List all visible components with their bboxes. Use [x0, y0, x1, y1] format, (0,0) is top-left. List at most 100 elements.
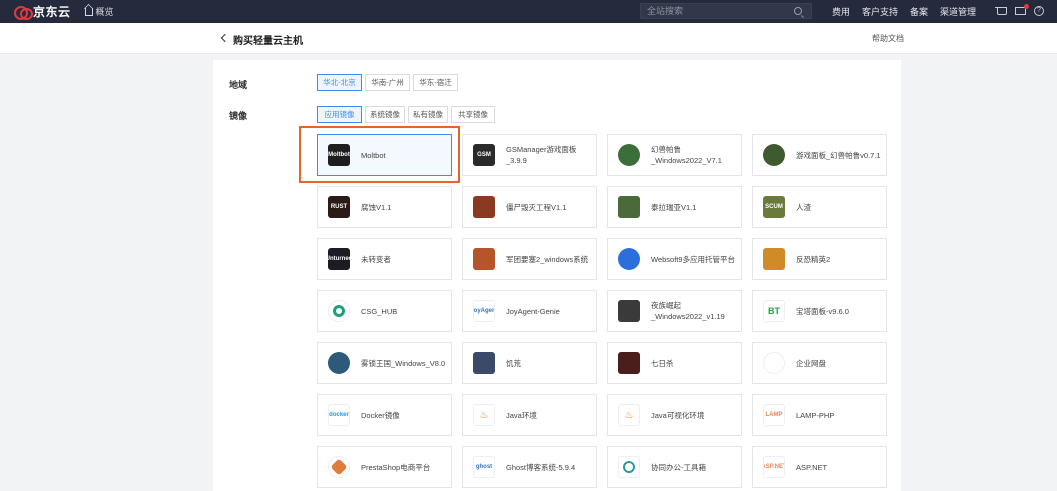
image-card-name: 幻兽帕鲁 _Windows2022_V7.1 [651, 145, 722, 165]
image-card-name: 未转变者 [361, 254, 391, 264]
image-card[interactable]: GSM GSManager游戏面板 _3.9.9 [462, 134, 597, 176]
tab-shared-image[interactable]: 共享镜像 [451, 106, 495, 123]
region-label: 地域 [229, 80, 248, 90]
prestashop-logo-icon [328, 456, 350, 478]
image-card-name: 游戏面板_幻兽帕鲁v0.7.1 [796, 150, 881, 160]
nav-links: 费用 客户支持 备案 渠道管理 [832, 0, 988, 23]
image-card[interactable]: 反恐精英2 [752, 238, 887, 280]
java-logo-icon: ♨ [473, 404, 495, 426]
tab-app-image[interactable]: 应用镜像 [317, 106, 362, 123]
palworld-logo-icon [618, 144, 640, 166]
search-icon[interactable] [794, 7, 802, 15]
image-card-grid: Moltbot Moltbot GSM GSManager游戏面板 _3.9.9 幻兽帕… [317, 134, 887, 488]
tf2-logo-icon [473, 248, 495, 270]
logo-text: GSM [477, 152, 491, 158]
image-card-name: PrestaShop电商平台 [361, 462, 431, 472]
image-card-name: 企业网盘 [796, 358, 826, 368]
image-card[interactable]: ♨ Java可视化环境 [607, 394, 742, 436]
logo-text: Unturned [328, 256, 350, 262]
image-card[interactable]: Websoft9多应用托管平台 [607, 238, 742, 280]
image-card[interactable]: 企业网盘 [752, 342, 887, 384]
joyagent-logo-icon: JoyAgent [473, 300, 495, 322]
overview-link[interactable]: 概览 [84, 5, 114, 18]
image-card-name: Java可视化环境 [651, 410, 705, 420]
image-card-name: 泰拉瑞亚V1.1 [651, 202, 697, 212]
cs2-logo-icon [763, 248, 785, 270]
page-title: 购买轻量云主机 [233, 36, 303, 47]
palworld-panel-logo-icon [763, 144, 785, 166]
dontstarve-logo-icon [473, 352, 495, 374]
image-card-name: Websoft9多应用托管平台 [651, 254, 736, 264]
websoft9-logo-icon [618, 248, 640, 270]
image-card-name: GSManager游戏面板 _3.9.9 [506, 145, 577, 165]
image-card-name: 军团要塞2_windows系统 [506, 254, 589, 264]
cart-icon[interactable] [995, 7, 1007, 15]
image-card-name: 雾锁王国_Windows_V8.0 [361, 358, 446, 368]
gsm-logo-icon: GSM [473, 144, 495, 166]
image-card-name: Docker镜像 [361, 410, 400, 420]
help-icon[interactable]: ? [1034, 6, 1044, 16]
office-logo-icon [618, 456, 640, 478]
region-option-beijing[interactable]: 华北-北京 [317, 74, 362, 91]
ghost-logo-icon: ghost [473, 456, 495, 478]
message-icon[interactable] [1015, 4, 1029, 15]
image-card[interactable]: SCUM 人渣 [752, 186, 887, 228]
java-visual-logo-icon: ♨ [618, 404, 640, 426]
image-card-name: LAMP-PHP [796, 410, 835, 420]
zomboid-logo-icon [473, 196, 495, 218]
image-card-name: 反恐精英2 [796, 254, 831, 264]
image-card[interactable]: 泰拉瑞亚V1.1 [607, 186, 742, 228]
image-card[interactable]: RUST 腐蚀V1.1 [317, 186, 452, 228]
help-doc-link[interactable]: 帮助文档 [872, 33, 904, 44]
image-card[interactable]: 幻兽帕鲁 _Windows2022_V7.1 [607, 134, 742, 176]
unturned-logo-icon: Unturned [328, 248, 350, 270]
image-card[interactable]: 僵尸毁灭工程V1.1 [462, 186, 597, 228]
nav-link-channel[interactable]: 渠道管理 [940, 5, 976, 18]
scum-logo-icon: SCUM [763, 196, 785, 218]
image-card[interactable]: CSG_HUB [317, 290, 452, 332]
brand-logo[interactable]: 京东云 [14, 3, 71, 20]
tab-system-image[interactable]: 系统镜像 [365, 106, 405, 123]
image-card[interactable]: 雾锁王国_Windows_V8.0 [317, 342, 452, 384]
logo-text: SCUM [765, 204, 783, 210]
aspnet-logo-icon: ASP.NET [763, 456, 785, 478]
image-card[interactable]: 游戏面板_幻兽帕鲁v0.7.1 [752, 134, 887, 176]
vrising-logo-icon [618, 300, 640, 322]
tab-private-image[interactable]: 私有镜像 [408, 106, 448, 123]
image-card-name: Ghost博客系统-5.9.4 [506, 462, 576, 472]
nav-link-support[interactable]: 客户支持 [862, 5, 898, 18]
image-card[interactable]: 七日杀 [607, 342, 742, 384]
cloud-drive-logo-icon [763, 352, 785, 374]
image-card[interactable]: BT 宝塔面板-v9.6.0 [752, 290, 887, 332]
image-card-name: 夜族崛起 _Windows2022_v1.19 [651, 301, 725, 321]
region-option-suqian[interactable]: 华东-宿迁 [413, 74, 458, 91]
image-card-name: ASP.NET [796, 462, 828, 472]
image-card-name: 宝塔面板-v9.6.0 [796, 306, 849, 316]
lamp-logo-icon: LAMP [763, 404, 785, 426]
image-card[interactable]: 饥荒 [462, 342, 597, 384]
image-card[interactable]: 夜族崛起 _Windows2022_v1.19 [607, 290, 742, 332]
region-option-guangzhou[interactable]: 华南-广州 [365, 74, 410, 91]
image-card[interactable]: LAMP LAMP-PHP [752, 394, 887, 436]
image-card[interactable]: JoyAgent JoyAgent-Genie [462, 290, 597, 332]
image-card[interactable]: 军团要塞2_windows系统 [462, 238, 597, 280]
selection-highlight-box [299, 126, 460, 183]
image-card-name: 人渣 [796, 202, 811, 212]
image-card[interactable]: Unturned 未转变者 [317, 238, 452, 280]
image-card[interactable]: ASP.NET ASP.NET [752, 446, 887, 488]
logo-text: LAMP [765, 412, 783, 418]
nav-link-billing[interactable]: 费用 [832, 5, 850, 18]
logo-text: RUST [330, 204, 348, 210]
purchase-panel: 地域 华北-北京 华南-广州 华东-宿迁 镜像 应用镜像 系统镜像 私有镜像 共… [213, 60, 901, 491]
logo-text: docker [329, 412, 349, 418]
image-card[interactable]: 协同办公-工具箱 [607, 446, 742, 488]
image-card[interactable]: docker Docker镜像 [317, 394, 452, 436]
image-label: 镜像 [229, 111, 248, 121]
7dtd-logo-icon [618, 352, 640, 374]
search-input[interactable] [641, 6, 786, 16]
image-card[interactable]: ghost Ghost博客系统-5.9.4 [462, 446, 597, 488]
nav-link-icp[interactable]: 备案 [910, 5, 928, 18]
image-card[interactable]: PrestaShop电商平台 [317, 446, 452, 488]
image-card[interactable]: ♨ Java环境 [462, 394, 597, 436]
chevron-left-icon[interactable] [220, 33, 230, 43]
